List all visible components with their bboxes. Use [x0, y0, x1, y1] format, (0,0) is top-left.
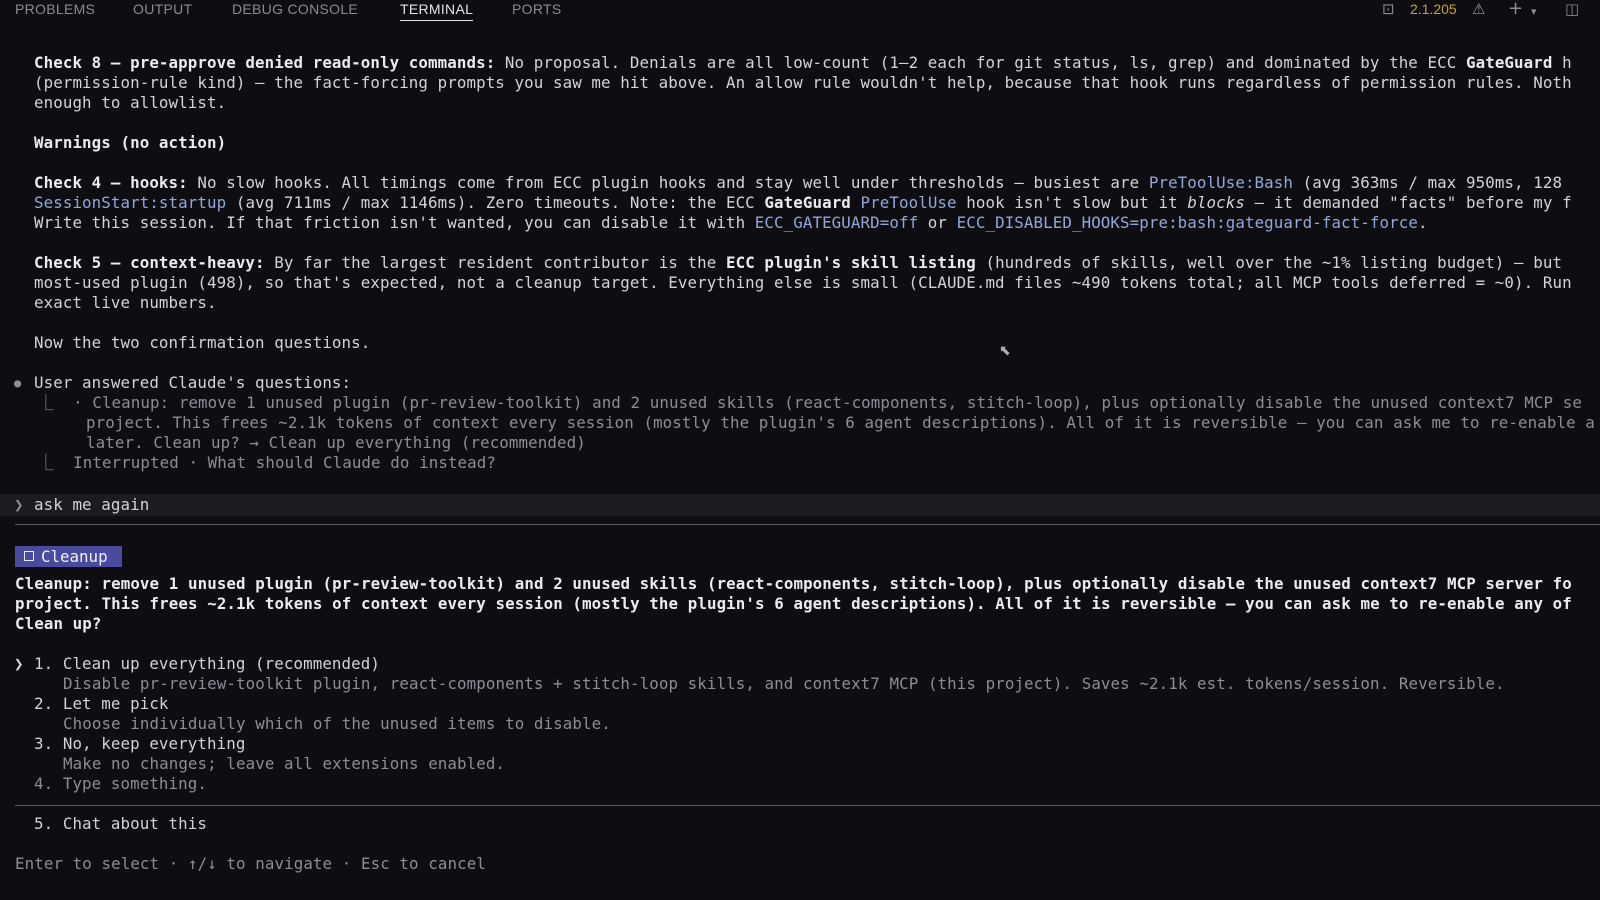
chip-label: Cleanup [41, 547, 108, 566]
user-prompt-row [0, 494, 1600, 516]
answered-title: User answered Claude's questions: [34, 373, 352, 392]
divider [15, 524, 1600, 525]
question-line: Cleanup: remove 1 unused plugin (pr-revi… [15, 574, 1572, 593]
check8-line2: (permission-rule kind) — the fact-forcin… [34, 73, 1572, 92]
tab-problems[interactable]: PROBLEMS [15, 0, 95, 18]
tab-debug-console[interactable]: DEBUG CONSOLE [232, 0, 358, 18]
divider [15, 805, 1600, 806]
gateguard-term: GateGuard [764, 193, 851, 212]
chevron-down-icon[interactable]: ▾ [1531, 3, 1537, 21]
cleanup-chip: Cleanup [15, 546, 122, 567]
check5-tail: (hundreds of skills, well over the ~1% l… [975, 253, 1563, 272]
check8-text: No proposal. Denials are all low-count (… [495, 53, 1466, 72]
check8-tail: h [1552, 53, 1572, 72]
answer-line: ⎿ Interrupted · What should Claude do in… [38, 453, 496, 472]
tab-output[interactable]: OUTPUT [133, 0, 192, 18]
check4-line3: Write this session. If that friction isn… [34, 213, 1428, 233]
option-let-me-pick[interactable]: 2. Let me pick [34, 694, 169, 714]
hook-name: PreToolUse:Bash [1148, 173, 1294, 192]
env-var: ECC_DISABLED_HOOKS=pre:bash:gateguard-fa… [956, 213, 1418, 232]
question-line: Clean up? [15, 614, 102, 633]
check5-line2: most-used plugin (498), so that's expect… [34, 273, 1572, 292]
checkbox-icon [24, 551, 34, 561]
answer-line: later. Clean up? → Clean up everything (… [38, 433, 586, 452]
option-type-something[interactable]: 4. Type something. [34, 774, 207, 794]
prompt-marker-icon: ❯ [14, 495, 24, 514]
tab-terminal[interactable]: TERMINAL [400, 0, 474, 21]
now-line: Now the two confirmation questions. [34, 333, 371, 352]
check4-text: No slow hooks. All timings come from ECC… [187, 173, 1149, 192]
hook-name: PreToolUse [860, 193, 957, 212]
check5-label: Check 5 — context-heavy: [34, 253, 265, 272]
tab-ports[interactable]: PORTS [512, 0, 561, 18]
option-description: Make no changes; leave all extensions en… [63, 754, 506, 773]
answer-line: project. This frees ~2.1k tokens of cont… [38, 413, 1595, 432]
hook-name: SessionStart:startup [34, 193, 227, 212]
check4-line2: SessionStart:startup (avg 711ms / max 11… [34, 193, 1572, 213]
check5-line1: Check 5 — context-heavy: By far the larg… [34, 253, 1562, 273]
bullet-icon: ● [14, 376, 22, 390]
warning-icon[interactable]: ⚠ [1472, 0, 1485, 18]
gateguard-term: GateGuard [1465, 53, 1553, 72]
panel-tab-bar: PROBLEMS OUTPUT DEBUG CONSOLE TERMINAL P… [0, 0, 1600, 22]
terminal-icon[interactable]: ⊡ [1382, 0, 1395, 18]
keyboard-hint: Enter to select · ↑/↓ to navigate · Esc … [15, 854, 486, 873]
split-panel-icon[interactable]: ◫ [1565, 0, 1579, 18]
answer-line: ⎿ · Cleanup: remove 1 unused plugin (pr-… [38, 393, 1582, 412]
user-prompt-text: ask me again [34, 495, 150, 514]
option-description: Disable pr-review-toolkit plugin, react-… [63, 674, 1505, 693]
check8-line1: Check 8 — pre-approve denied read-only c… [34, 53, 1572, 73]
check4-text: (avg 711ms / max 1146ms). Zero timeouts.… [226, 193, 765, 212]
option-clean-up-everything[interactable]: 1. Clean up everything (recommended) [34, 654, 380, 674]
check4-text: — it demanded "facts" before my f [1244, 193, 1572, 212]
check4-tail: (avg 363ms / max 950ms, 128 [1293, 173, 1563, 192]
mouse-cursor-icon: ⬉ [999, 343, 1011, 359]
env-var: ECC_GATEGUARD=off [754, 213, 919, 232]
check4-label: Check 4 — hooks: [34, 173, 188, 192]
check4-text: hook isn't slow but it [956, 193, 1188, 212]
check4-line1: Check 4 — hooks: No slow hooks. All timi… [34, 173, 1562, 193]
option-keep-everything[interactable]: 3. No, keep everything [34, 734, 245, 754]
question-line: project. This frees ~2.1k tokens of cont… [15, 594, 1572, 613]
check5-text: By far the largest resident contributor … [264, 253, 726, 272]
check5-line3: exact live numbers. [34, 293, 217, 312]
check8-line3: enough to allowlist. [34, 93, 227, 112]
version-label: 2.1.205 [1410, 1, 1457, 17]
check4-text: Write this session. If that friction isn… [34, 213, 755, 232]
check4-text: . [1417, 213, 1428, 232]
check8-label: Check 8 — pre-approve denied read-only c… [34, 53, 496, 72]
selection-marker-icon: ❯ [14, 654, 24, 673]
option-description: Choose individually which of the unused … [63, 714, 611, 733]
skill-listing-term: ECC plugin's skill listing [725, 253, 976, 272]
option-chat-about-this[interactable]: 5. Chat about this [34, 814, 207, 834]
blocks-emphasis: blocks [1187, 193, 1245, 212]
check4-text: or [918, 213, 957, 232]
plus-icon[interactable]: + [1508, 0, 1523, 18]
warnings-heading: Warnings (no action) [34, 133, 227, 152]
